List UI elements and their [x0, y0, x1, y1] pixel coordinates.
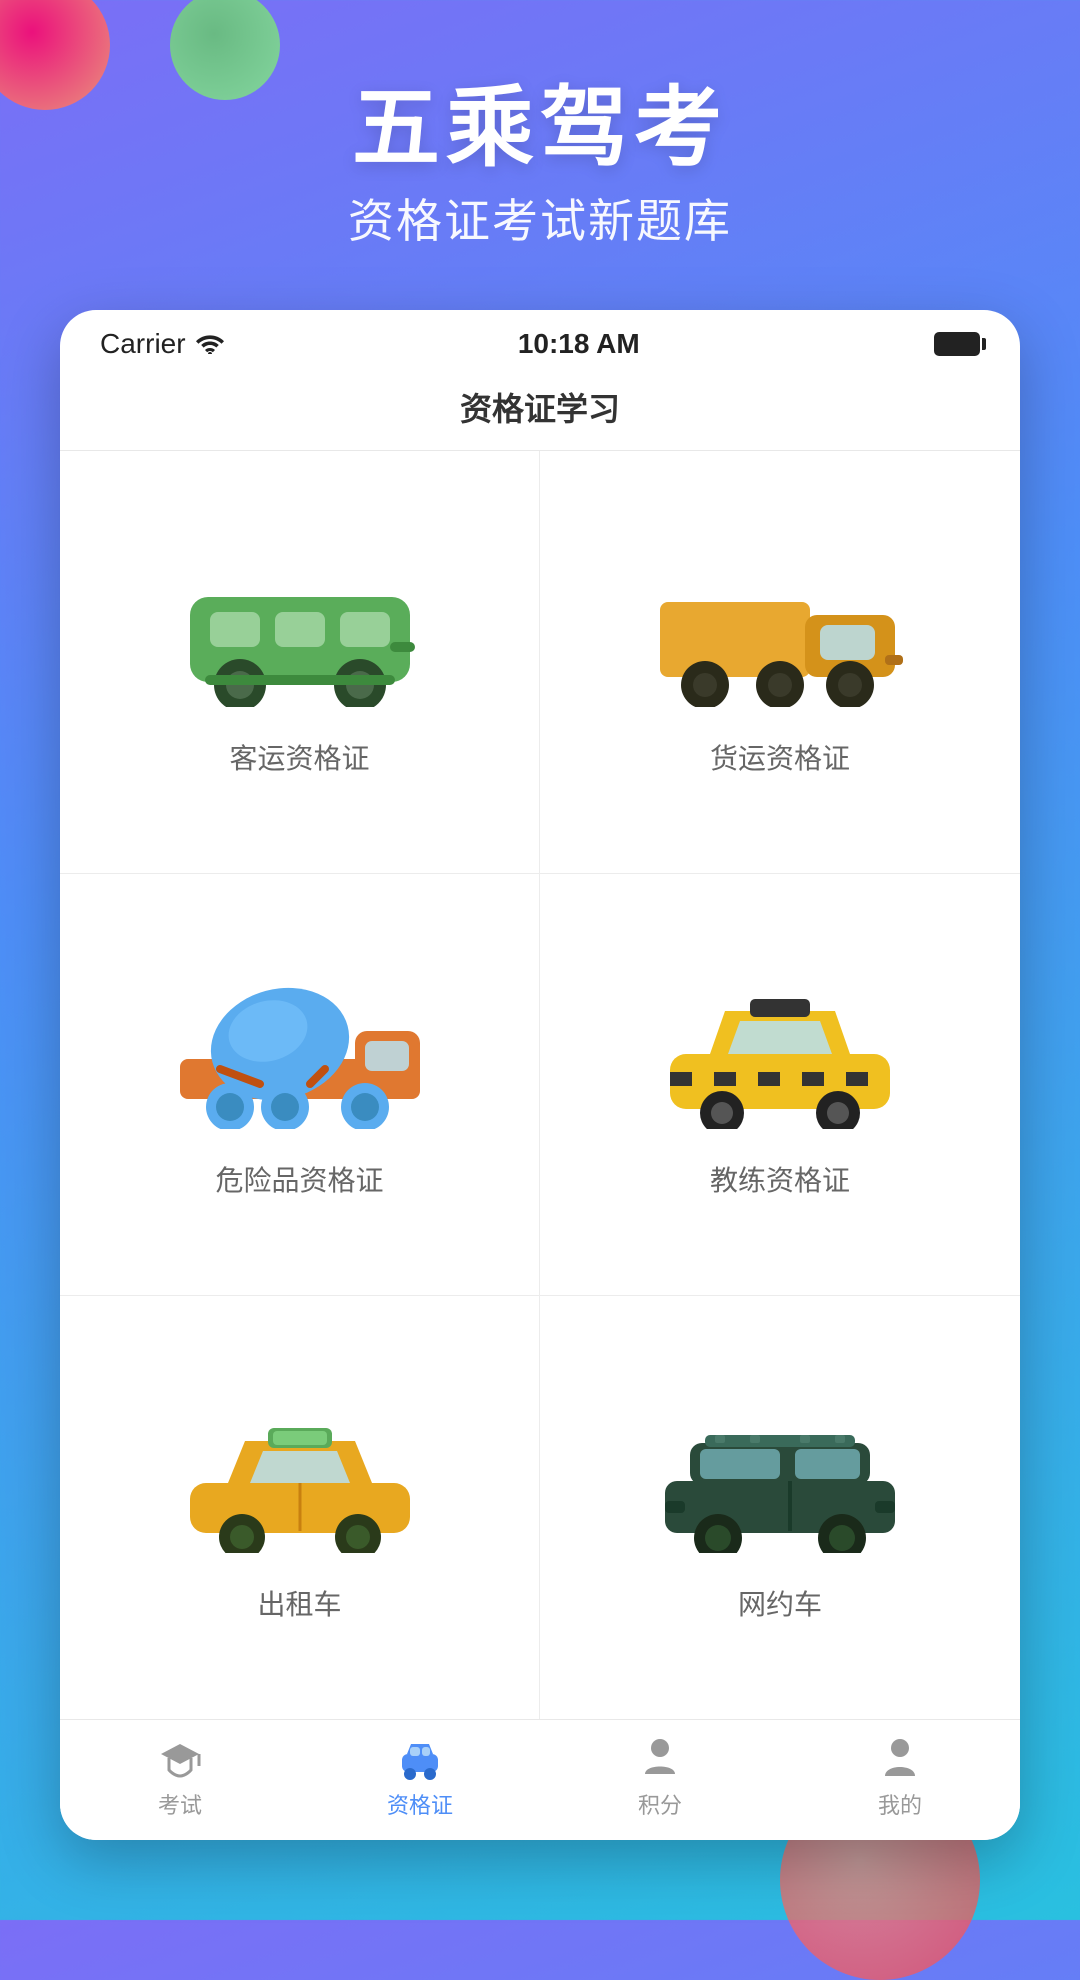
status-time: 10:18 AM: [518, 328, 640, 360]
freight-label: 货运资格证: [710, 737, 850, 777]
tab-points-label: 积分: [638, 1788, 682, 1820]
phone-frame: Carrier 10:18 AM 资格证学习: [60, 310, 1020, 1840]
rideshare-label: 网约车: [738, 1583, 822, 1623]
grid-item-trainer[interactable]: 教练资格证: [540, 874, 1020, 1297]
status-bar: Carrier 10:18 AM: [60, 310, 1020, 370]
tab-mine[interactable]: 我的: [780, 1736, 1020, 1820]
exam-icon: [157, 1736, 203, 1782]
grid-item-hazmat[interactable]: 危险品资格证: [60, 874, 540, 1297]
bus-icon: [170, 547, 430, 707]
mixer-icon: [170, 969, 430, 1129]
taxi-label: 出租车: [257, 1583, 341, 1623]
grid-item-passenger[interactable]: 客运资格证: [60, 451, 540, 874]
tab-points-icon: [637, 1736, 683, 1782]
tab-certificate-icon: [397, 1736, 443, 1782]
carrier-label: Carrier: [100, 328, 224, 360]
tab-certificate[interactable]: 资格证: [300, 1736, 540, 1820]
tab-certificate-label: 资格证: [387, 1788, 453, 1820]
header-area: 五乘驾考 资格证考试新题库: [0, 60, 1080, 271]
mine-icon: [877, 1736, 923, 1782]
tab-exam[interactable]: 考试: [60, 1736, 300, 1820]
battery-icon: [934, 332, 980, 356]
tab-mine-icon: [877, 1736, 923, 1782]
tab-exam-icon: [157, 1736, 203, 1782]
grid-item-taxi[interactable]: 出租车: [60, 1296, 540, 1719]
app-title-sub: 资格证考试新题库: [0, 185, 1080, 251]
wifi-icon: [196, 334, 224, 354]
tab-mine-label: 我的: [878, 1788, 922, 1820]
app-title-main: 五乘驾考: [0, 80, 1080, 177]
grid-item-rideshare[interactable]: 网约车: [540, 1296, 1020, 1719]
tab-points[interactable]: 积分: [540, 1736, 780, 1820]
passenger-label: 客运资格证: [229, 737, 369, 777]
hazmat-label: 危险品资格证: [215, 1159, 383, 1199]
points-icon: [637, 1736, 683, 1782]
page-title: 资格证学习: [60, 370, 1020, 451]
battery-container: [934, 332, 980, 356]
vehicle-grid: 客运资格证 货运资格证: [60, 451, 1020, 1719]
suv-icon: [650, 1393, 910, 1553]
truck-icon: [650, 547, 910, 707]
tab-exam-label: 考试: [158, 1788, 202, 1820]
certificate-car-icon: [397, 1736, 443, 1782]
taxi-checker-icon: [650, 969, 910, 1129]
trainer-label: 教练资格证: [710, 1159, 850, 1199]
taxi-yellow-icon: [170, 1393, 430, 1553]
tab-bar: 考试 资格证: [60, 1719, 1020, 1840]
grid-item-freight[interactable]: 货运资格证: [540, 451, 1020, 874]
